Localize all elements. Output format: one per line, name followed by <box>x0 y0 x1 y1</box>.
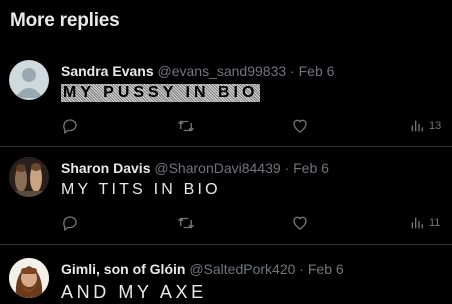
reply-button[interactable] <box>61 116 79 136</box>
views-count: 11 <box>429 217 441 229</box>
views-count: 13 <box>429 120 442 132</box>
reply-text: AND MY AXE <box>61 282 207 302</box>
reply-button[interactable] <box>61 213 79 233</box>
avatar-photo[interactable] <box>9 258 49 298</box>
author-name[interactable]: Sandra Evans <box>61 63 154 79</box>
author-name[interactable]: Sharon Davis <box>61 160 150 176</box>
heart-icon <box>293 216 307 230</box>
views-button[interactable]: 11 <box>409 213 440 233</box>
heart-icon <box>293 119 307 133</box>
author-handle[interactable]: @SaltedPork420 <box>189 261 295 277</box>
reply-text: MY TITS IN BIO <box>61 181 221 198</box>
reply-actions: 13 <box>61 116 446 136</box>
avatar-photo[interactable] <box>9 157 49 197</box>
repost-icon <box>178 120 194 132</box>
reply-date[interactable]: Feb 6 <box>308 261 344 277</box>
like-button[interactable] <box>291 116 309 136</box>
views-button[interactable]: 13 <box>409 116 441 136</box>
default-avatar-icon <box>15 68 43 98</box>
reply-actions: 11 <box>61 213 446 233</box>
repost-icon <box>178 217 194 229</box>
meta-separator: · <box>290 63 295 79</box>
profile-photo-icon <box>9 157 49 197</box>
section-title: More replies <box>10 10 120 31</box>
meta-separator: · <box>284 160 290 176</box>
reply-date[interactable]: Feb 6 <box>299 63 335 79</box>
analytics-icon <box>411 120 423 132</box>
like-button[interactable] <box>291 213 309 233</box>
author-name[interactable]: Gimli, son of Glóin <box>61 261 185 277</box>
analytics-icon <box>411 217 423 229</box>
reply-date[interactable]: Feb 6 <box>293 160 329 176</box>
reply-meta: Gimli, son of Glóin @SaltedPork420 · Feb… <box>61 261 344 277</box>
reply-item[interactable]: Sharon Davis @SharonDavi84439 · Feb 6 MY… <box>0 147 452 244</box>
author-handle[interactable]: @SharonDavi84439 <box>154 160 280 176</box>
repost-button[interactable] <box>176 213 196 233</box>
profile-photo-icon <box>9 258 49 298</box>
reply-meta: Sandra Evans @evans_sand99833 · Feb 6 <box>61 63 334 79</box>
avatar-default[interactable] <box>9 60 49 100</box>
reply-text: MY PUSSY IN BIO <box>61 84 261 102</box>
reply-meta: Sharon Davis @SharonDavi84439 · Feb 6 <box>61 160 329 176</box>
meta-separator: · <box>299 261 304 277</box>
reply-item[interactable]: Sandra Evans @evans_sand99833 · Feb 6 MY… <box>0 50 452 146</box>
comment-icon <box>63 119 77 135</box>
comment-icon <box>63 216 77 232</box>
author-handle[interactable]: @evans_sand99833 <box>158 63 287 79</box>
repost-button[interactable] <box>176 116 196 136</box>
reply-item[interactable]: Gimli, son of Glóin @SaltedPork420 · Feb… <box>0 245 452 304</box>
